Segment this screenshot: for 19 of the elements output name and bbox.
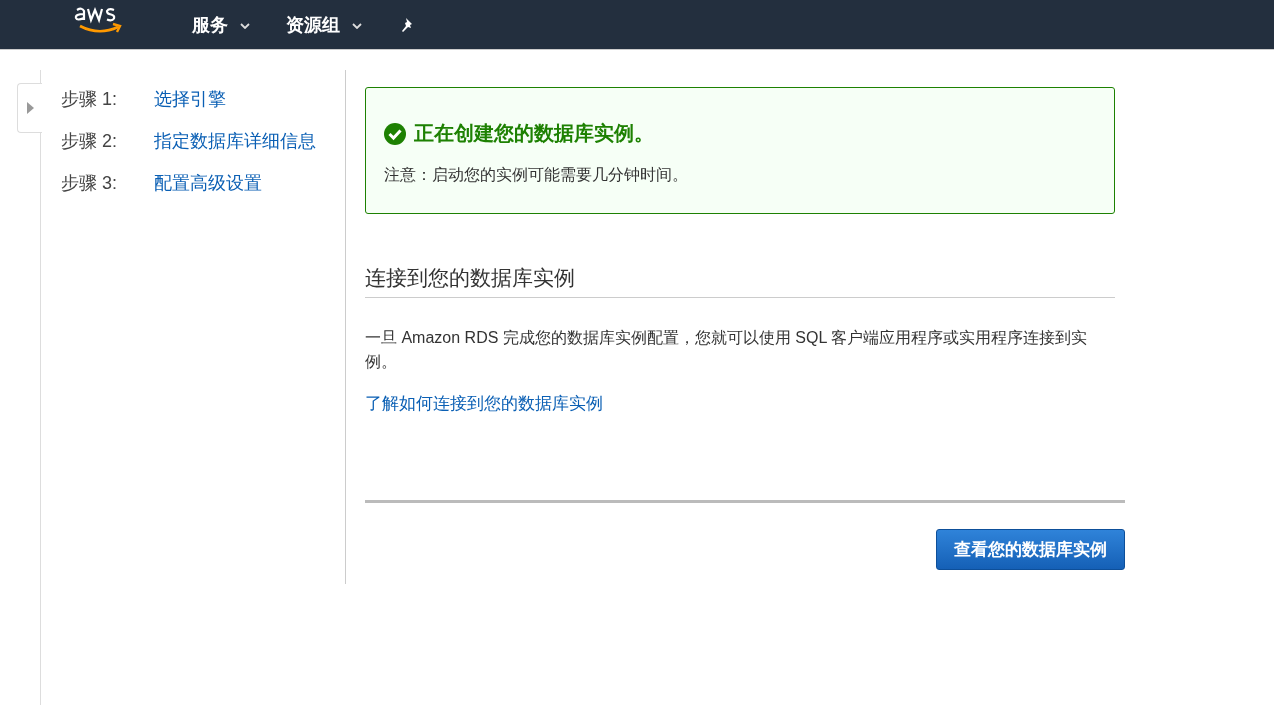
step-number: 步骤 1: (61, 88, 118, 111)
nav-menu[interactable]: 服务 (192, 12, 250, 37)
caret-icon (240, 22, 250, 29)
step-number: 步骤 2: (61, 130, 118, 153)
step-link[interactable]: 指定数据库详细信息 (154, 129, 316, 153)
section-heading: 连接到您的数据库实例 (365, 264, 1115, 298)
help-link[interactable]: 了解如何连接到您的数据库实例 (365, 392, 603, 415)
step-number: 步骤 3: (61, 172, 118, 195)
view-instances-button[interactable]: 查看您的数据库实例 (936, 529, 1125, 570)
alert-note: 注意：启动您的实例可能需要几分钟时间。 (384, 165, 689, 185)
sidebar-toggle[interactable] (17, 83, 42, 133)
step-link[interactable]: 选择引擎 (154, 87, 226, 111)
alert-title: 正在创建您的数据库实例。 (414, 121, 654, 146)
step-link[interactable]: 配置高级设置 (154, 171, 262, 195)
nav-menu[interactable]: 资源组 (286, 12, 362, 37)
expand-arrow-icon (26, 102, 34, 114)
check-circle-icon (384, 122, 406, 145)
caret-icon (352, 22, 362, 29)
section-text: 一旦 Amazon RDS 完成您的数据库实例配置，您就可以使用 SQL 客户端应用程序或实用程序连接到实例。 (365, 328, 1089, 372)
